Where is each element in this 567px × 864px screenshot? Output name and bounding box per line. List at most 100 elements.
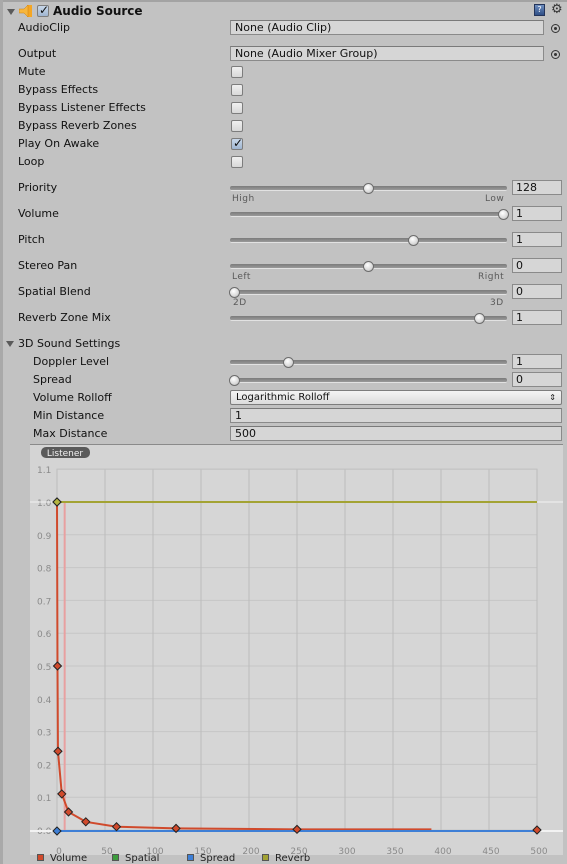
component-foldout-arrow[interactable] bbox=[7, 9, 15, 15]
gear-icon[interactable]: ⚙ bbox=[551, 2, 563, 17]
x-tick-label: 500 bbox=[530, 847, 547, 855]
y-tick-label: 0.8 bbox=[37, 565, 52, 575]
x-tick-label: 200 bbox=[242, 847, 259, 855]
volume-slider[interactable] bbox=[230, 212, 507, 217]
bypass-listener-effects-label: Bypass Listener Effects bbox=[18, 101, 146, 114]
bypass-effects-label: Bypass Effects bbox=[18, 83, 99, 96]
output-picker-icon[interactable] bbox=[551, 50, 560, 59]
top-border bbox=[0, 0, 567, 2]
component-title: Audio Source bbox=[53, 4, 143, 18]
legend-item-spread[interactable]: Spread bbox=[187, 854, 235, 864]
dropdown-arrows-icon: ⇕ bbox=[549, 393, 556, 402]
reverb-zone-mix-slider-thumb[interactable] bbox=[474, 313, 485, 324]
svg-text:Listener: Listener bbox=[47, 449, 84, 459]
priority-label: Priority bbox=[18, 181, 58, 194]
volume-slider-thumb[interactable] bbox=[498, 209, 509, 220]
stereo-pan-label: Stereo Pan bbox=[18, 259, 78, 272]
spread-slider-thumb[interactable] bbox=[229, 375, 240, 386]
3d-settings-foldout-arrow[interactable] bbox=[6, 341, 14, 347]
y-tick-label: 0.2 bbox=[37, 761, 51, 771]
output-label: Output bbox=[18, 47, 57, 60]
mute-checkbox[interactable] bbox=[231, 66, 243, 78]
y-tick-label: 0.1 bbox=[37, 794, 51, 804]
x-tick-label: 450 bbox=[482, 847, 499, 855]
y-tick-label: 0.4 bbox=[37, 696, 52, 706]
spatial-blend-max-label: 3D bbox=[490, 298, 504, 308]
output-field[interactable]: None (Audio Mixer Group) bbox=[230, 46, 544, 61]
priority-input[interactable]: 128 bbox=[512, 180, 562, 195]
volume-rolloff-value: Logarithmic Rolloff bbox=[236, 392, 330, 403]
doppler-level-label: Doppler Level bbox=[33, 355, 110, 368]
legend-label-reverb: Reverb bbox=[275, 853, 311, 864]
legend-item-volume[interactable]: Volume bbox=[37, 854, 87, 864]
volume-input[interactable]: 1 bbox=[512, 206, 562, 221]
reverb-zone-mix-slider[interactable] bbox=[230, 316, 507, 321]
doppler-level-slider-thumb[interactable] bbox=[283, 357, 294, 368]
volume-rolloff-dropdown[interactable]: Logarithmic Rolloff ⇕ bbox=[230, 390, 562, 405]
pitch-input[interactable]: 1 bbox=[512, 232, 562, 247]
y-tick-label: 0.6 bbox=[37, 630, 52, 640]
legend-swatch-volume bbox=[37, 854, 44, 861]
doppler-level-slider[interactable] bbox=[230, 360, 507, 365]
doppler-level-input[interactable]: 1 bbox=[512, 354, 562, 369]
loop-label: Loop bbox=[18, 155, 45, 168]
pitch-slider-thumb[interactable] bbox=[408, 235, 419, 246]
priority-max-label: Low bbox=[485, 194, 505, 204]
help-book-icon[interactable]: ? bbox=[534, 4, 545, 16]
x-tick-label: 400 bbox=[434, 847, 451, 855]
spatial-blend-slider[interactable] bbox=[230, 290, 507, 295]
y-tick-label: 0.9 bbox=[37, 532, 52, 542]
rolloff-curve-panel[interactable]: 0.00.10.20.30.40.50.60.70.80.91.01.10501… bbox=[30, 444, 563, 857]
3d-settings-header[interactable]: 3D Sound Settings bbox=[18, 337, 120, 350]
max-distance-input[interactable]: 500 bbox=[230, 426, 562, 441]
left-border bbox=[0, 0, 3, 864]
stereo-pan-slider-thumb[interactable] bbox=[363, 261, 374, 272]
loop-checkbox[interactable] bbox=[231, 156, 243, 168]
legend-label-volume: Volume bbox=[50, 853, 88, 864]
play-on-awake-label: Play On Awake bbox=[18, 137, 100, 150]
listener-badge: Listener bbox=[41, 447, 90, 459]
pitch-slider[interactable] bbox=[230, 238, 507, 243]
spatial-blend-input[interactable]: 0 bbox=[512, 284, 562, 299]
audio-clip-picker-icon[interactable] bbox=[551, 24, 560, 33]
min-distance-label: Min Distance bbox=[33, 409, 105, 422]
volume-rolloff-label: Volume Rolloff bbox=[33, 391, 112, 404]
y-tick-label: 1.0 bbox=[37, 499, 52, 509]
min-distance-input[interactable]: 1 bbox=[230, 408, 562, 423]
spread-input[interactable]: 0 bbox=[512, 372, 562, 387]
checkmark-icon: ✓ bbox=[233, 136, 244, 150]
audio-clip-label: AudioClip bbox=[18, 21, 71, 34]
play-on-awake-checkbox[interactable]: ✓ bbox=[231, 136, 244, 150]
audio-source-speaker-icon bbox=[18, 4, 33, 18]
reverb-zone-mix-label: Reverb Zone Mix bbox=[18, 311, 111, 324]
legend-swatch-reverb bbox=[262, 854, 269, 861]
volume-label: Volume bbox=[18, 207, 59, 220]
y-tick-label: 0.3 bbox=[37, 729, 51, 739]
spread-label: Spread bbox=[33, 373, 72, 386]
component-enabled-checkbox[interactable]: ✓ bbox=[37, 3, 49, 17]
y-tick-label: 1.1 bbox=[37, 466, 51, 476]
legend-item-reverb[interactable]: Reverb bbox=[262, 854, 310, 864]
stereo-pan-input[interactable]: 0 bbox=[512, 258, 562, 273]
pitch-label: Pitch bbox=[18, 233, 45, 246]
bypass-reverb-zones-checkbox[interactable] bbox=[231, 120, 243, 132]
x-tick-label: 300 bbox=[338, 847, 355, 855]
rolloff-curve-chart[interactable]: 0.00.10.20.30.40.50.60.70.80.91.01.10501… bbox=[30, 445, 563, 857]
y-tick-label: 0.7 bbox=[37, 597, 51, 607]
spatial-blend-min-label: 2D bbox=[233, 298, 247, 308]
max-distance-label: Max Distance bbox=[33, 427, 108, 440]
stereo-pan-min-label: Left bbox=[232, 272, 251, 282]
spread-slider[interactable] bbox=[230, 378, 507, 383]
bypass-reverb-zones-label: Bypass Reverb Zones bbox=[18, 119, 137, 132]
spatial-blend-label: Spatial Blend bbox=[18, 285, 91, 298]
spatial-blend-slider-thumb[interactable] bbox=[229, 287, 240, 298]
bypass-listener-effects-checkbox[interactable] bbox=[231, 102, 243, 114]
legend-label-spread: Spread bbox=[200, 853, 236, 864]
bypass-effects-checkbox[interactable] bbox=[231, 84, 243, 96]
mute-label: Mute bbox=[18, 65, 46, 78]
audio-clip-field[interactable]: None (Audio Clip) bbox=[230, 20, 544, 35]
reverb-zone-mix-input[interactable]: 1 bbox=[512, 310, 562, 325]
y-tick-label: 0.5 bbox=[37, 663, 51, 673]
priority-slider-thumb[interactable] bbox=[363, 183, 374, 194]
legend-item-spatial[interactable]: Spatial bbox=[112, 854, 159, 864]
